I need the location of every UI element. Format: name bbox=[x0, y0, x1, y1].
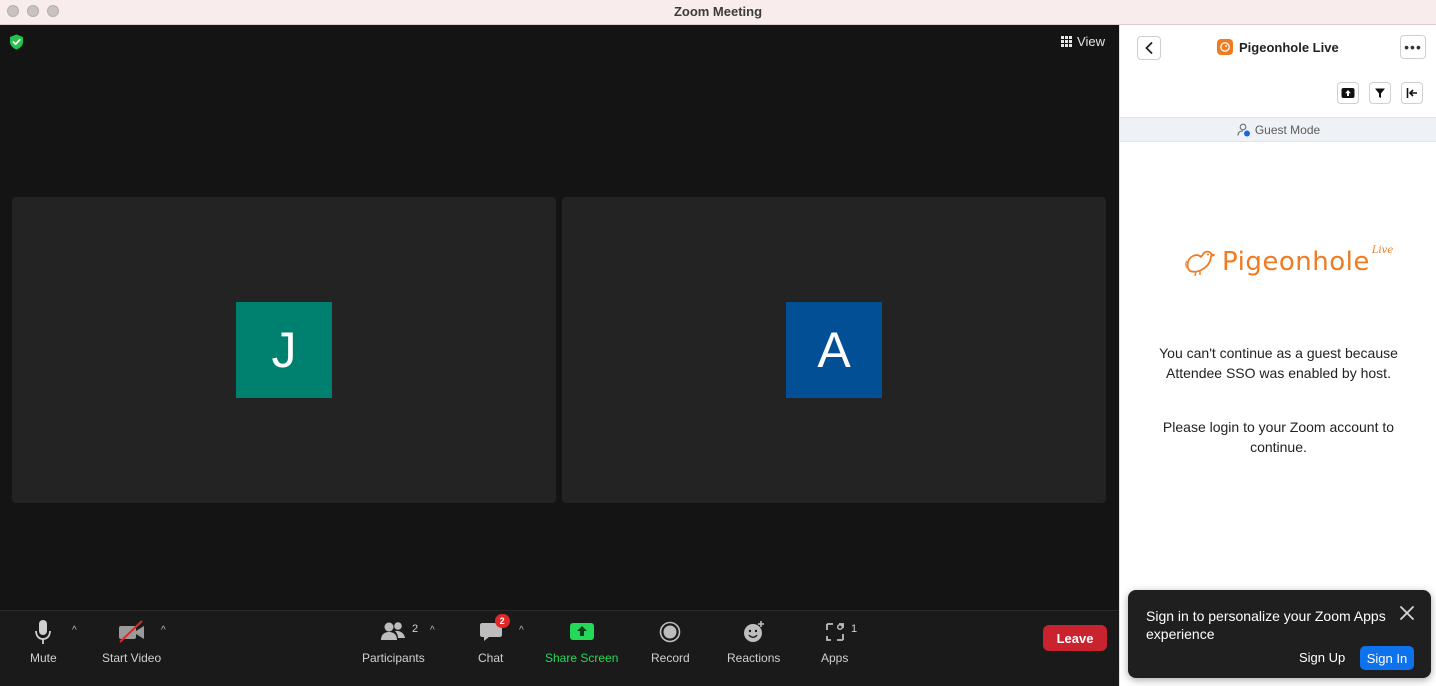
cloud-upload-icon bbox=[1341, 88, 1355, 98]
avatar-a: A bbox=[786, 302, 882, 398]
participant-tile-a[interactable]: A bbox=[562, 197, 1106, 503]
share-screen-button[interactable]: Share Screen bbox=[545, 617, 618, 665]
app-title-text: Pigeonhole Live bbox=[1239, 39, 1339, 55]
pigeonhole-logo-icon bbox=[1217, 39, 1233, 55]
record-button[interactable]: Record bbox=[651, 617, 690, 665]
login-instruction-message: Please login to your Zoom account to con… bbox=[1162, 419, 1395, 455]
share-screen-label: Share Screen bbox=[545, 651, 619, 665]
mute-label: Mute bbox=[30, 651, 57, 665]
brand-live-tag: Live bbox=[1371, 244, 1394, 256]
back-button[interactable] bbox=[1137, 36, 1161, 60]
record-label: Record bbox=[651, 651, 690, 665]
meeting-area: View J A bbox=[0, 25, 1119, 686]
filter-icon bbox=[1375, 88, 1385, 98]
collapse-panel-button[interactable] bbox=[1401, 82, 1423, 104]
guest-blocked-message: You can't continue as a guest because At… bbox=[1159, 345, 1398, 381]
share-screen-icon bbox=[569, 623, 594, 640]
record-icon bbox=[660, 621, 681, 643]
title-bar: Zoom Meeting bbox=[0, 0, 1436, 25]
close-icon[interactable] bbox=[1398, 604, 1416, 622]
leave-button[interactable]: Leave bbox=[1043, 625, 1107, 651]
panel-header: Pigeonhole Live ••• bbox=[1120, 25, 1436, 71]
upload-button[interactable] bbox=[1337, 82, 1359, 104]
apps-icon bbox=[825, 623, 844, 641]
sign-in-button[interactable]: Sign In bbox=[1360, 646, 1414, 670]
guest-mode-label: Guest Mode bbox=[1254, 122, 1321, 137]
ellipsis-icon: ••• bbox=[1404, 39, 1422, 55]
participant-tile-j[interactable]: J bbox=[12, 197, 556, 503]
more-options-button[interactable]: ••• bbox=[1400, 35, 1426, 59]
encryption-shield-icon[interactable] bbox=[9, 34, 24, 50]
brand-wordmark: Pigeonhole bbox=[1222, 247, 1370, 277]
view-button[interactable]: View bbox=[1061, 34, 1105, 49]
toast-message: Sign in to personalize your Zoom Apps ex… bbox=[1146, 608, 1386, 642]
start-video-button[interactable]: Start Video bbox=[102, 617, 161, 665]
participants-options-caret-icon[interactable]: ^ bbox=[430, 625, 435, 636]
meeting-toolbar: Mute ^ Start Video ^ Participants 2 ^ 2 … bbox=[0, 610, 1119, 686]
view-label: View bbox=[1077, 34, 1105, 49]
video-off-icon bbox=[118, 620, 144, 643]
pigeonhole-brand-logo: Pigeonhole Live bbox=[1184, 244, 1397, 277]
avatar-j: J bbox=[236, 302, 332, 398]
chat-unread-badge: 2 bbox=[494, 614, 510, 628]
sign-up-link[interactable]: Sign Up bbox=[1299, 650, 1345, 665]
participants-label: Participants bbox=[362, 651, 425, 665]
app-title: Pigeonhole Live bbox=[1217, 39, 1339, 55]
apps-label: Apps bbox=[821, 651, 849, 665]
pigeon-bird-icon bbox=[1185, 250, 1215, 277]
guest-mode-bar: Guest Mode bbox=[1120, 117, 1436, 142]
chat-label: Chat bbox=[478, 651, 504, 665]
participants-icon bbox=[381, 622, 406, 640]
microphone-icon bbox=[35, 620, 52, 644]
reactions-label: Reactions bbox=[727, 651, 781, 665]
participants-count: 2 bbox=[412, 623, 419, 635]
chat-options-caret-icon[interactable]: ^ bbox=[519, 625, 524, 636]
video-options-caret-icon[interactable]: ^ bbox=[161, 625, 166, 636]
guest-user-icon bbox=[1237, 123, 1250, 136]
avatar-initial: J bbox=[271, 322, 297, 378]
grid-view-icon bbox=[1061, 36, 1073, 47]
arrow-to-left-icon bbox=[1406, 88, 1417, 98]
chat-button[interactable]: 2 Chat bbox=[478, 614, 510, 665]
start-video-label: Start Video bbox=[102, 651, 162, 665]
apps-count: 1 bbox=[851, 623, 858, 635]
apps-button[interactable]: Apps bbox=[821, 617, 848, 665]
chevron-left-icon bbox=[1145, 42, 1153, 54]
audio-options-caret-icon[interactable]: ^ bbox=[72, 625, 77, 636]
mute-button[interactable]: Mute bbox=[30, 617, 57, 665]
reactions-button[interactable]: Reactions bbox=[727, 617, 780, 665]
sign-in-toast: Sign in to personalize your Zoom Apps ex… bbox=[1128, 590, 1431, 678]
reactions-smiley-icon bbox=[743, 621, 764, 642]
apps-side-panel: Pigeonhole Live ••• Guest Mode Pigeonhol… bbox=[1119, 25, 1436, 686]
avatar-initial: A bbox=[817, 322, 851, 378]
window-title: Zoom Meeting bbox=[673, 4, 763, 19]
filter-button[interactable] bbox=[1369, 82, 1391, 104]
